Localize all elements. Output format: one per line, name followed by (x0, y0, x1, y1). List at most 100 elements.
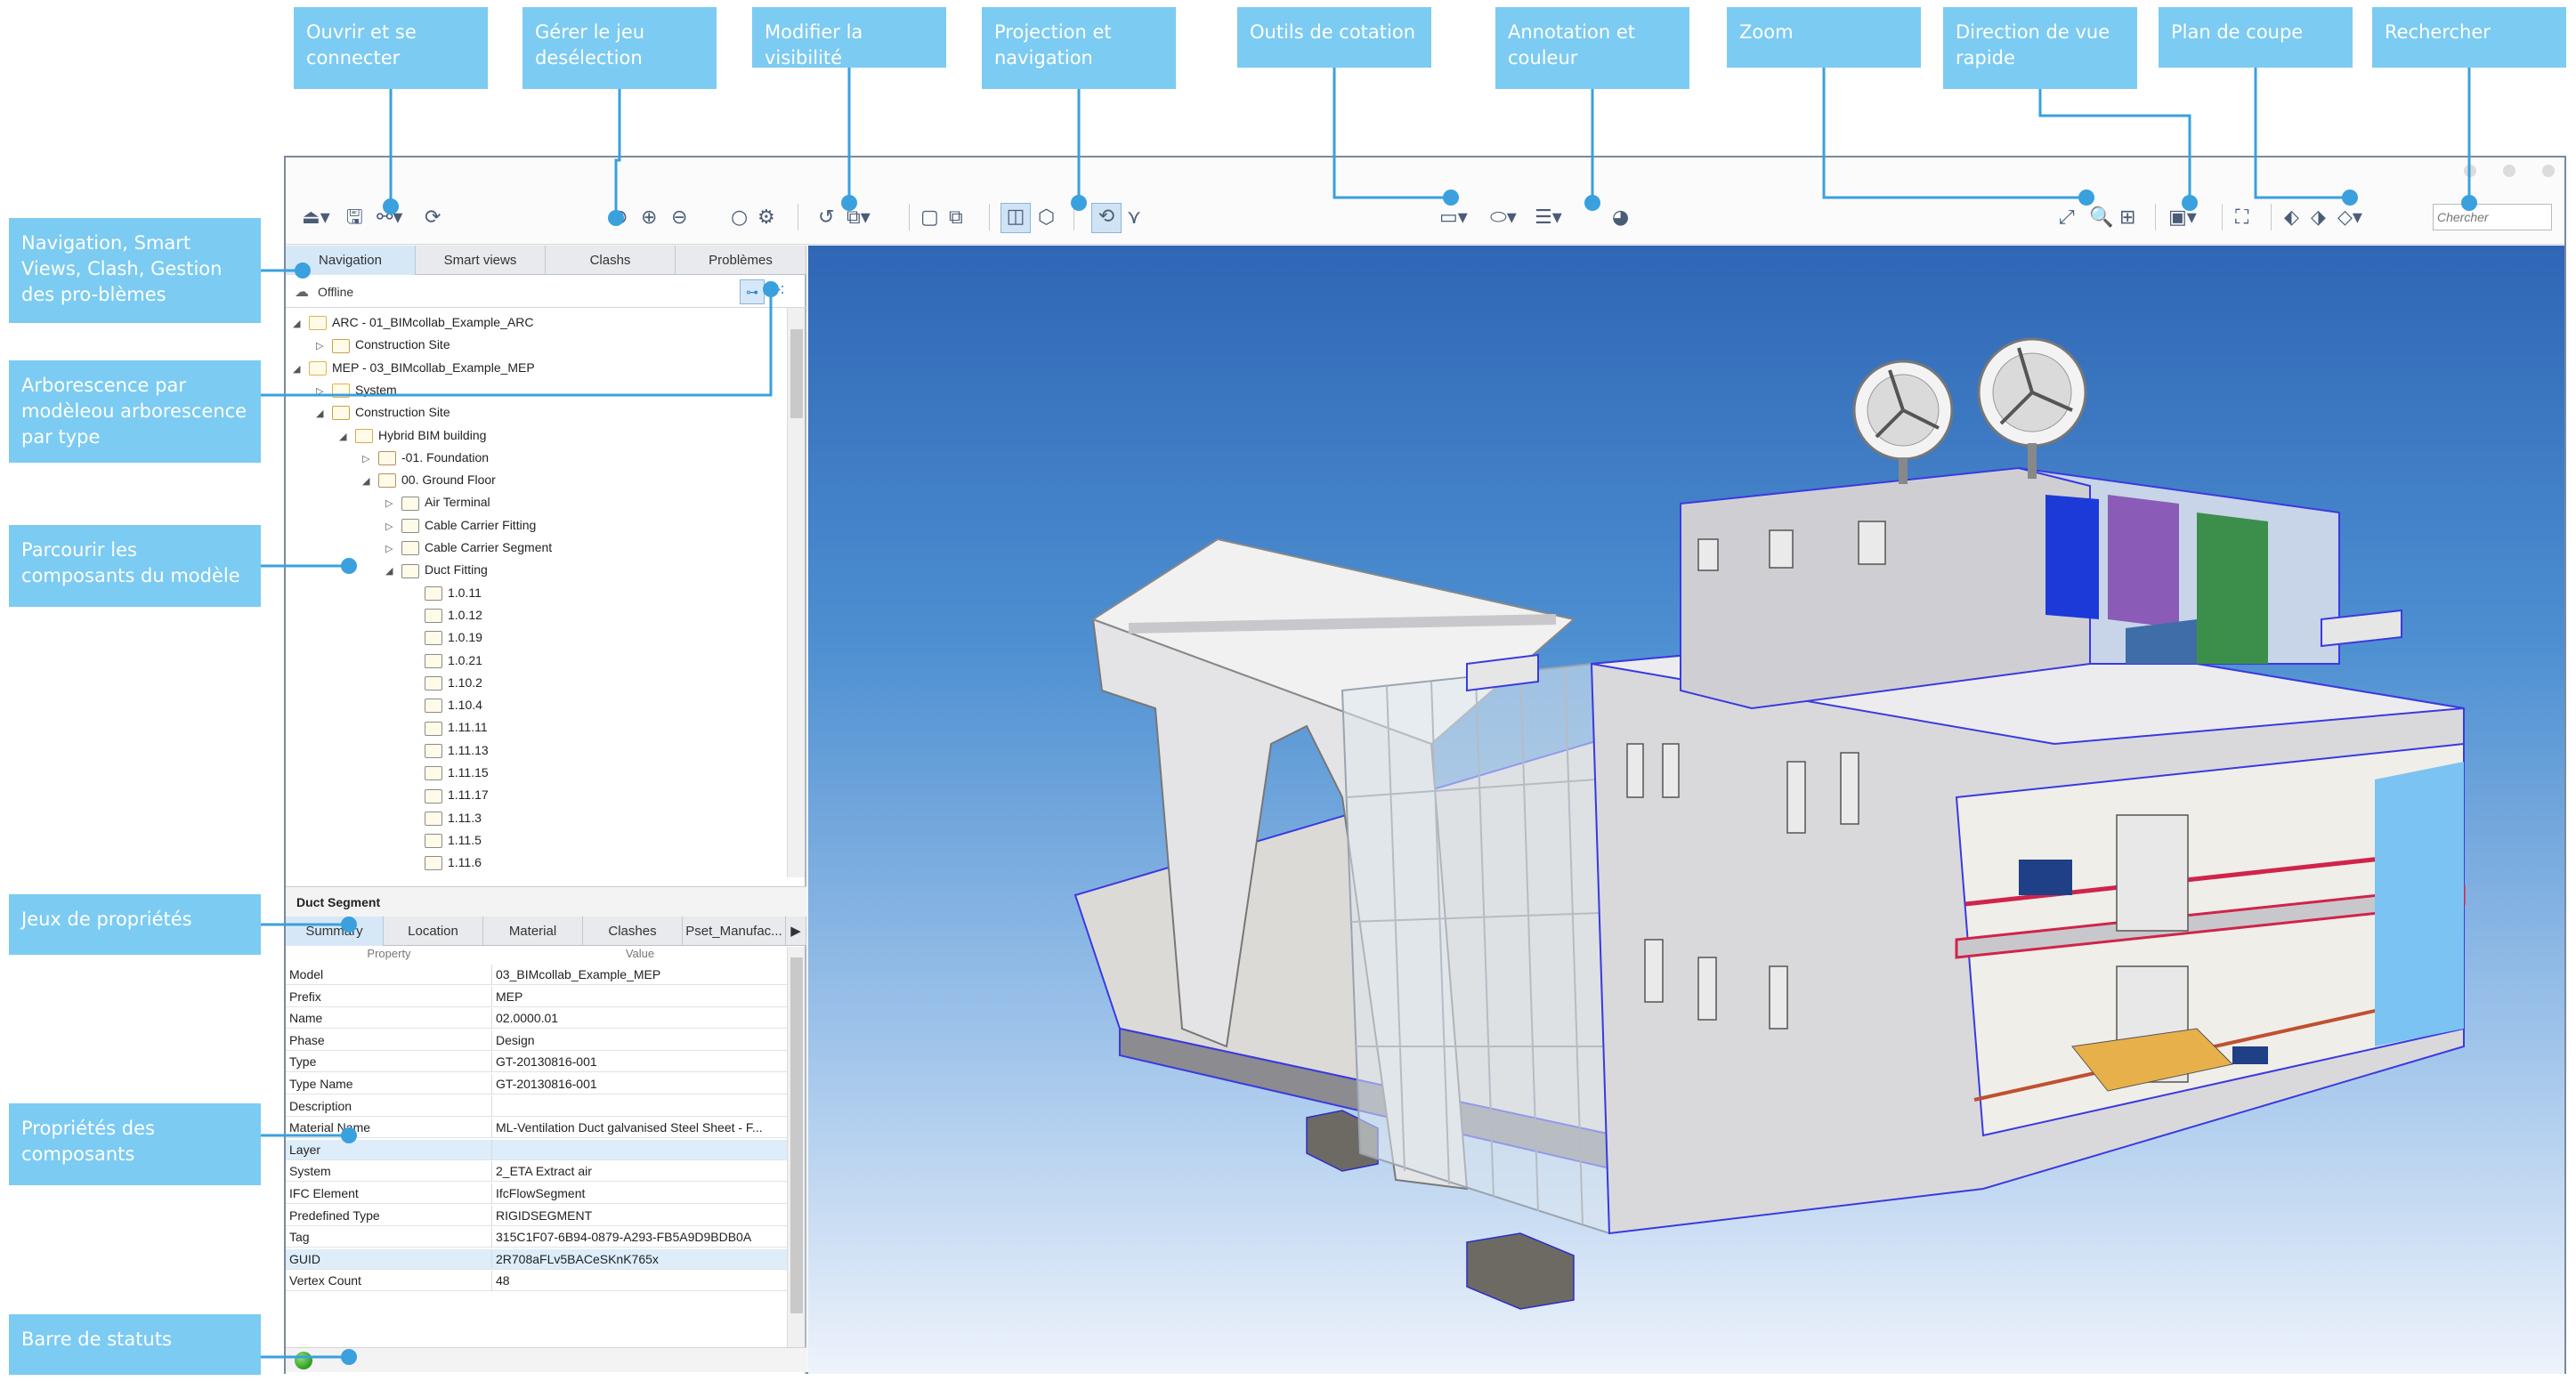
tree-item[interactable]: ◢ ARC - 01_BIMcollab_Example_ARC (293, 311, 533, 334)
zoom-icon[interactable]: 🔍 (2089, 207, 2113, 229)
property-row[interactable]: Type Name GT-20130816-001 (286, 1074, 788, 1094)
property-row[interactable]: Predefined Type RIGIDSEGMENT (286, 1205, 788, 1226)
tree-item[interactable]: 1.10.4 (409, 694, 482, 716)
tree-expand-icon[interactable]: ▷ (362, 448, 378, 471)
save-icon[interactable]: 🖫 (346, 207, 363, 229)
ellipse-icon[interactable]: ⬭▾ (1490, 207, 1517, 229)
tree-item[interactable]: ▷ Construction Site (316, 334, 450, 356)
tab-location[interactable]: Location (384, 917, 483, 946)
tree-item[interactable]: ◢ Duct Fitting (385, 559, 488, 581)
perspective-icon[interactable]: ◫ (1000, 203, 1031, 233)
visibility-icon[interactable]: ⧉▾ (847, 207, 871, 229)
tab-navigation[interactable]: Navigation (286, 246, 416, 275)
property-row[interactable]: System 2_ETA Extract air (286, 1161, 788, 1183)
tree-expand-icon[interactable]: ▷ (385, 538, 401, 561)
open-icon[interactable]: ⏏▾ (302, 207, 330, 229)
tree-expand-icon[interactable]: ▷ (385, 516, 401, 538)
tree-item[interactable]: ▷ Air Terminal (385, 491, 490, 513)
color-icon[interactable]: ◕ (1612, 207, 1629, 229)
tree-expand-icon[interactable]: ◢ (293, 313, 309, 335)
select-all-icon[interactable]: ⚙ (757, 207, 775, 229)
tabs-scroll-right-icon[interactable]: ▶ (786, 917, 806, 946)
tree-item[interactable]: 1.11.5 (409, 829, 482, 852)
tree-item[interactable]: ▷ System (316, 379, 397, 401)
tree-item[interactable]: 1.0.11 (409, 582, 482, 604)
property-row[interactable]: Name 02.0000.01 (286, 1008, 788, 1030)
zoom-selection-icon[interactable]: ⊞ (2119, 207, 2135, 229)
maximize-button[interactable] (2503, 165, 2515, 177)
tab-material[interactable]: Material (483, 917, 583, 946)
property-row[interactable]: Vertex Count 48 (286, 1271, 788, 1292)
tree-by-type-icon[interactable]: ⁙ (773, 281, 786, 300)
tree-item[interactable]: ▷ Cable Carrier Fitting (385, 514, 536, 537)
tree-item[interactable]: 1.11.13 (409, 739, 489, 762)
tree-item[interactable]: ▷ -01. Foundation (362, 447, 489, 469)
orbit-icon[interactable]: ⟲ (1091, 203, 1122, 233)
property-row[interactable]: Tag 315C1F07-6B94-0879-A293-FB5A9D9BDB0A (286, 1227, 788, 1248)
walk-icon[interactable]: ⋎ (1127, 207, 1141, 229)
selection-remove-icon[interactable]: ⊖ (671, 207, 687, 229)
property-row[interactable]: GUID 2R708aFLv5BACeSKnK765x (286, 1248, 788, 1270)
tree-expand-icon[interactable]: ◢ (316, 403, 332, 425)
tree-item[interactable]: 1.0.12 (409, 604, 482, 626)
tree-item[interactable]: 1.11.3 (409, 807, 482, 829)
selection-add-icon[interactable]: ⊕ (641, 207, 657, 229)
tree-item[interactable]: ◢ MEP - 03_BIMcollab_Example_MEP (293, 357, 535, 379)
property-row[interactable]: Layer (286, 1139, 788, 1160)
view-direction-icon[interactable]: ▣▾ (2168, 207, 2197, 229)
3d-viewport[interactable] (808, 246, 2564, 1374)
boxes-icon[interactable]: ⧉ (949, 207, 963, 229)
zoom-extent-icon[interactable]: ⤢ (2059, 207, 2075, 229)
tree-expand-icon[interactable]: ▷ (385, 493, 401, 515)
section-box-icon[interactable]: ⛶ (2235, 207, 2248, 229)
tree-item[interactable]: 1.11.15 (409, 762, 489, 784)
tree-expand-icon[interactable]: ◢ (293, 359, 309, 381)
tree-by-model-icon[interactable]: ⊶ (740, 279, 765, 304)
tab-clashes[interactable]: Clashs (546, 246, 676, 275)
tree-item[interactable]: 1.11.6 (409, 852, 482, 874)
measure-icon[interactable]: ▭▾ (1439, 207, 1468, 229)
tab-summary[interactable]: Summary (286, 917, 384, 946)
tree-item[interactable]: ◢ 00. Ground Floor (362, 469, 496, 491)
eraser-icon[interactable]: ◇▾ (2337, 207, 2362, 229)
tree-expand-icon[interactable]: ◢ (385, 561, 401, 583)
cube-icon[interactable]: ⬡ (1038, 207, 1055, 229)
tree-expand-icon[interactable]: ▷ (316, 381, 332, 403)
close-button[interactable] (2542, 165, 2555, 177)
undo-visibility-icon[interactable]: ↺ (818, 207, 834, 229)
property-row[interactable]: Phase Design (286, 1030, 788, 1051)
tab-pset-manufacturer[interactable]: Pset_Manufac... (683, 917, 786, 946)
properties-scrollbar[interactable] (787, 947, 805, 1347)
tree-item[interactable]: 1.0.21 (409, 650, 482, 672)
tree-item[interactable]: 1.10.2 (409, 672, 482, 694)
search-input[interactable] (2433, 204, 2552, 230)
tree-scrollbar[interactable] (787, 308, 805, 877)
tree-item[interactable]: ▷ Cable Carrier Segment (385, 537, 552, 559)
tree-item[interactable]: ◢ Construction Site (316, 401, 450, 424)
tab-issues[interactable]: Problèmes (676, 246, 806, 275)
tree-expand-icon[interactable]: ◢ (362, 471, 378, 493)
connect-icon[interactable]: ⚯▾ (377, 207, 402, 229)
tree-expand-icon[interactable]: ▷ (316, 335, 332, 358)
property-row[interactable]: Type GT-20130816-001 (286, 1052, 788, 1073)
box-icon[interactable]: ▢ (920, 207, 939, 229)
property-row[interactable]: Description (286, 1095, 788, 1117)
minimize-button[interactable] (2464, 165, 2476, 177)
tab-clashes-props[interactable]: Clashes (583, 917, 683, 946)
property-row[interactable]: Prefix MEP (286, 986, 788, 1007)
selection-invert-icon[interactable]: ⊜ (612, 207, 628, 229)
section-plane-icon[interactable]: ⬖ (2284, 207, 2299, 229)
tree-item[interactable]: 1.11.17 (409, 784, 489, 806)
tree-expand-icon[interactable]: ◢ (339, 426, 355, 448)
lines-icon[interactable]: ☰▾ (1535, 207, 1562, 229)
tree-item[interactable]: 1.0.19 (409, 626, 482, 649)
select-circle-icon[interactable]: ○ (731, 207, 748, 229)
tab-smart-views[interactable]: Smart views (416, 246, 546, 275)
property-row[interactable]: IFC Element IfcFlowSegment (286, 1183, 788, 1204)
property-row[interactable]: Model 03_BIMcollab_Example_MEP (286, 965, 788, 985)
property-row[interactable]: Material Name ML-Ventilation Duct galvani… (286, 1118, 788, 1139)
tree-item[interactable]: 1.11.11 (409, 716, 488, 739)
section-cut-icon[interactable]: ⬗ (2311, 207, 2326, 229)
share-icon[interactable]: ⟳ (425, 207, 441, 229)
tree-item[interactable]: ◢ Hybrid BIM building (339, 424, 486, 447)
